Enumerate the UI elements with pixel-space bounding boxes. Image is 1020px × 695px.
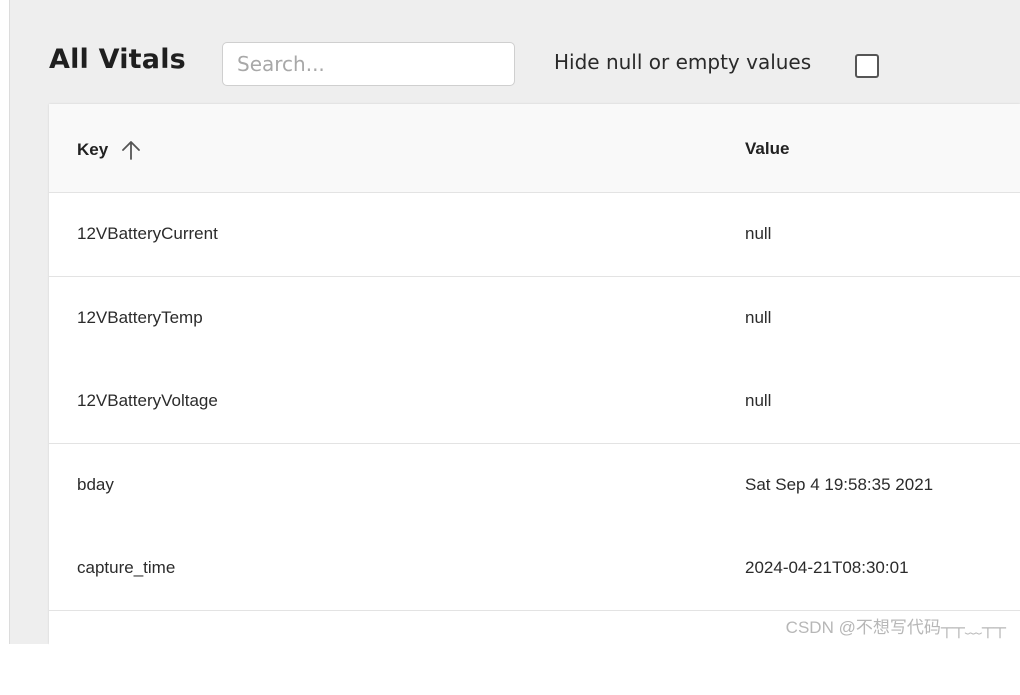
table-row: 12VBatteryCurrent null [49,193,1020,277]
hide-null-checkbox[interactable] [855,54,879,78]
row-key: 12VBatteryTemp [77,308,203,327]
watermark: CSDN @不想写代码┬┬﹏┬┬ [785,618,1006,637]
row-key: 12VBatteryCurrent [77,224,218,243]
vitals-table: Key Value 12VBatteryCurrent null 12VBatt… [49,104,1020,695]
left-edge-divider [0,0,10,644]
table-row: 12VBatteryVoltage null [49,360,1020,444]
column-header-value: Value [745,139,790,158]
table-header: Key Value [49,104,1020,193]
row-value: null [745,391,772,410]
table-row: bday Sat Sep 4 19:58:35 2021 [49,444,1020,528]
row-value: 2024-04-21T08:30:01 [745,558,909,577]
hide-null-label: Hide null or empty values [554,50,812,74]
row-value: Sat Sep 4 19:58:35 2021 [745,475,934,494]
column-header-key[interactable]: Key [77,138,143,162]
page-title: All Vitals [49,44,186,75]
row-value: null [745,224,772,243]
row-key: bday [77,475,114,494]
row-value: null [745,308,772,327]
table-row: capture_time 2024-04-21T08:30:01 [49,527,1020,611]
row-key: capture_time [77,558,176,577]
row-key: 12VBatteryVoltage [77,391,218,410]
search-input[interactable] [222,42,515,86]
table-row: 12VBatteryTemp null [49,277,1020,361]
arrow-up-icon[interactable] [119,138,143,162]
column-header-key-label: Key [77,140,109,159]
